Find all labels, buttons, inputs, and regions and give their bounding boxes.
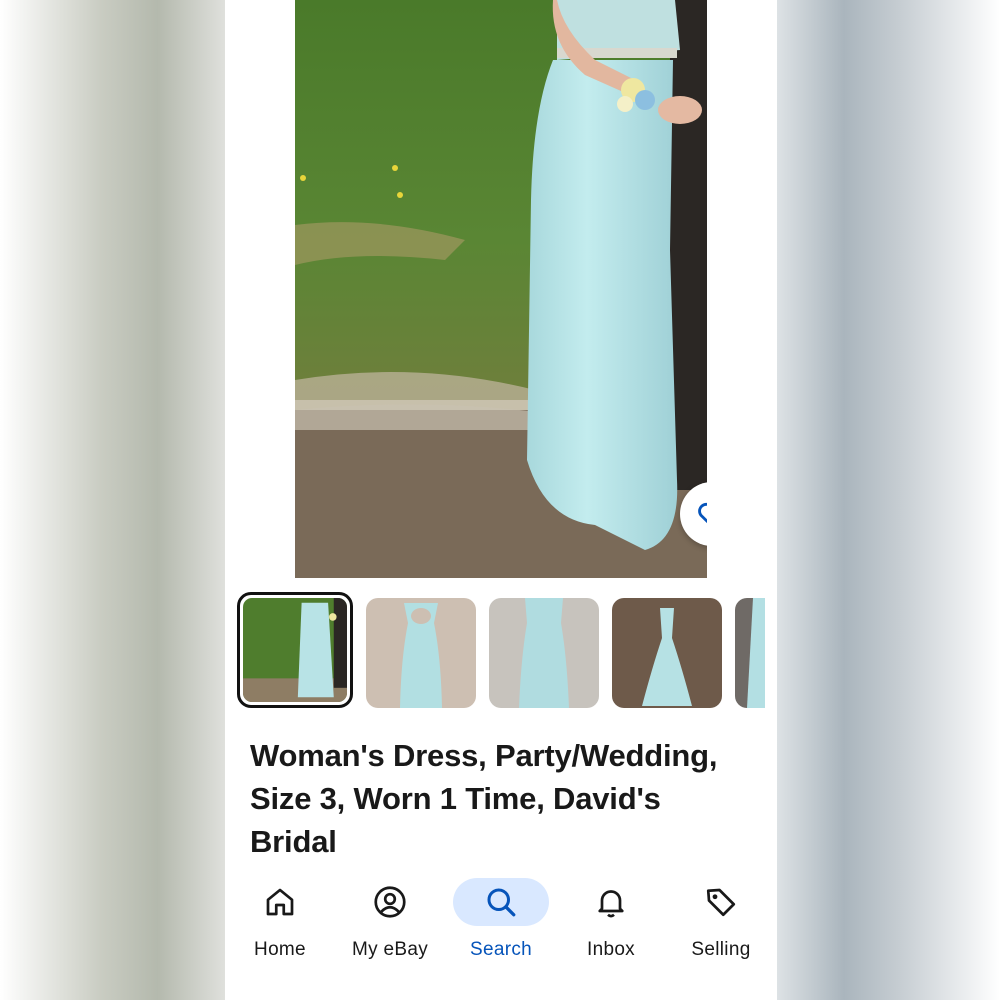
- main-photo[interactable]: [295, 0, 707, 578]
- tag-icon: [706, 888, 736, 917]
- nav-inbox-icon-wrap: [563, 878, 659, 926]
- thumbnail-4[interactable]: [612, 598, 722, 708]
- thumbnail-1[interactable]: [237, 592, 353, 708]
- nav-selling[interactable]: Selling: [666, 878, 776, 978]
- listing-title: Woman's Dress, Party/Wedding, Size 3, Wo…: [250, 738, 718, 859]
- nav-search-label: Search: [469, 939, 532, 960]
- dress-on-carpet-photo: [612, 598, 722, 708]
- heart-icon: [698, 502, 707, 524]
- dress-partial-photo: [735, 598, 765, 708]
- dress-on-grass-photo: [243, 598, 347, 702]
- nav-my-ebay[interactable]: My eBay: [335, 878, 445, 978]
- bottom-navigation: Home My eBay Search Inbox Selling: [225, 870, 777, 1000]
- bell-icon: [598, 890, 624, 918]
- thumbnail-strip[interactable]: [237, 592, 765, 714]
- nav-home-label: Home: [254, 939, 306, 960]
- app-screen: Woman's Dress, Party/Wedding, Size 3, Wo…: [225, 0, 777, 1000]
- nav-my-ebay-icon-wrap: [342, 878, 438, 926]
- background-blur-right: [777, 0, 1000, 1000]
- dress-back-hanging-photo: [366, 598, 476, 708]
- nav-selling-icon-wrap: [673, 878, 769, 926]
- user-circle-icon: [374, 886, 406, 918]
- home-icon: [266, 888, 294, 916]
- nav-my-ebay-label: My eBay: [351, 939, 428, 960]
- thumbnail-5[interactable]: [735, 598, 765, 708]
- nav-search[interactable]: Search: [446, 878, 556, 978]
- nav-selling-label: Selling: [691, 939, 751, 960]
- thumbnail-2[interactable]: [366, 598, 476, 708]
- thumbnail-3[interactable]: [489, 598, 599, 708]
- background-blur-left: [0, 0, 225, 1000]
- nav-inbox[interactable]: Inbox: [556, 878, 666, 978]
- nav-home[interactable]: Home: [225, 878, 335, 978]
- nav-home-icon-wrap: [232, 878, 328, 926]
- search-icon: [487, 888, 516, 917]
- dress-front-hanging-photo: [489, 598, 599, 708]
- nav-inbox-label: Inbox: [587, 939, 635, 960]
- dress-photo: [295, 0, 707, 578]
- nav-search-icon-wrap: [453, 878, 549, 926]
